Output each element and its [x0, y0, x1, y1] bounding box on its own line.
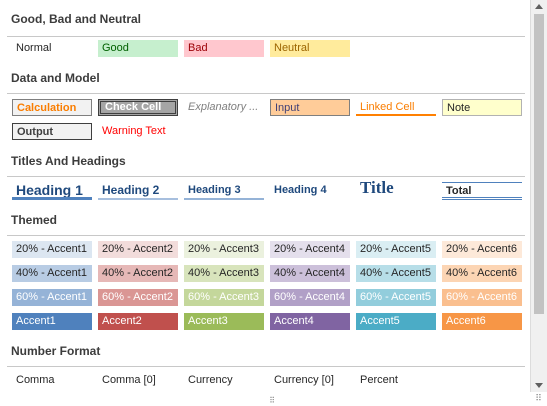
- style-60-accent1[interactable]: 60% - Accent1: [12, 289, 92, 306]
- style-calculation[interactable]: Calculation: [12, 99, 92, 116]
- style-20-accent2[interactable]: 20% - Accent2: [98, 241, 178, 258]
- style-40-accent4[interactable]: 40% - Accent4: [270, 265, 350, 282]
- style-neutral[interactable]: Neutral: [270, 40, 350, 57]
- style-accent3[interactable]: Accent3: [184, 313, 264, 330]
- style-percent[interactable]: Percent: [356, 372, 436, 389]
- scroll-up-icon[interactable]: [535, 4, 543, 9]
- style-heading-4[interactable]: Heading 4: [270, 182, 350, 200]
- style-bad[interactable]: Bad: [184, 40, 264, 57]
- style-output[interactable]: Output: [12, 123, 92, 140]
- style-linked-cell[interactable]: Linked Cell: [356, 99, 436, 116]
- style-20-accent6[interactable]: 20% - Accent6: [442, 241, 522, 258]
- style-heading-2[interactable]: Heading 2: [98, 181, 178, 200]
- section-title-good-bad-neutral: Good, Bad and Neutral: [11, 12, 142, 26]
- separator: [7, 176, 525, 177]
- style-accent1[interactable]: Accent1: [12, 313, 92, 330]
- style-accent4[interactable]: Accent4: [270, 313, 350, 330]
- style-total[interactable]: Total: [442, 182, 522, 200]
- style-accent2[interactable]: Accent2: [98, 313, 178, 330]
- style-currency-0[interactable]: Currency [0]: [270, 372, 350, 389]
- style-20-accent1[interactable]: 20% - Accent1: [12, 241, 92, 258]
- style-heading-3[interactable]: Heading 3: [184, 182, 264, 200]
- style-40-accent3[interactable]: 40% - Accent3: [184, 265, 264, 282]
- style-20-accent5[interactable]: 20% - Accent5: [356, 241, 436, 258]
- style-60-accent6[interactable]: 60% - Accent6: [442, 289, 522, 306]
- section-title-data-model: Data and Model: [11, 71, 100, 85]
- vertical-scrollbar[interactable]: [530, 0, 547, 392]
- separator: [7, 93, 525, 94]
- scroll-down-icon[interactable]: [535, 383, 543, 388]
- style-accent5[interactable]: Accent5: [356, 313, 436, 330]
- scroll-thumb[interactable]: [534, 14, 544, 314]
- style-20-accent3[interactable]: 20% - Accent3: [184, 241, 264, 258]
- style-60-accent5[interactable]: 60% - Accent5: [356, 289, 436, 306]
- style-explanatory[interactable]: Explanatory ...: [184, 99, 264, 116]
- separator: [7, 366, 525, 367]
- style-warning-text[interactable]: Warning Text: [98, 123, 178, 140]
- cell-styles-gallery: Good, Bad and Neutral Normal Good Bad Ne…: [0, 0, 530, 406]
- style-60-accent3[interactable]: 60% - Accent3: [184, 289, 264, 306]
- section-title-number-format: Number Format: [11, 344, 101, 358]
- section-title-themed: Themed: [11, 213, 58, 227]
- style-40-accent5[interactable]: 40% - Accent5: [356, 265, 436, 282]
- resize-handle-icon[interactable]: ⠿: [265, 397, 279, 405]
- style-60-accent4[interactable]: 60% - Accent4: [270, 289, 350, 306]
- style-40-accent1[interactable]: 40% - Accent1: [12, 265, 92, 282]
- section-title-titles-headings: Titles And Headings: [11, 154, 126, 168]
- style-heading-1[interactable]: Heading 1: [12, 180, 92, 200]
- separator: [7, 235, 525, 236]
- style-accent6[interactable]: Accent6: [442, 313, 522, 330]
- style-note[interactable]: Note: [442, 99, 522, 116]
- style-title[interactable]: Title: [356, 177, 436, 199]
- style-40-accent6[interactable]: 40% - Accent6: [442, 265, 522, 282]
- style-60-accent2[interactable]: 60% - Accent2: [98, 289, 178, 306]
- style-input[interactable]: Input: [270, 99, 350, 116]
- style-comma[interactable]: Comma: [12, 372, 92, 389]
- separator: [7, 36, 525, 37]
- style-good[interactable]: Good: [98, 40, 178, 57]
- style-40-accent2[interactable]: 40% - Accent2: [98, 265, 178, 282]
- style-comma-0[interactable]: Comma [0]: [98, 372, 178, 389]
- style-currency[interactable]: Currency: [184, 372, 264, 389]
- style-20-accent4[interactable]: 20% - Accent4: [270, 241, 350, 258]
- style-check-cell[interactable]: Check Cell: [98, 99, 178, 116]
- resize-grip-icon[interactable]: ⠿: [532, 393, 545, 405]
- style-normal[interactable]: Normal: [12, 40, 92, 57]
